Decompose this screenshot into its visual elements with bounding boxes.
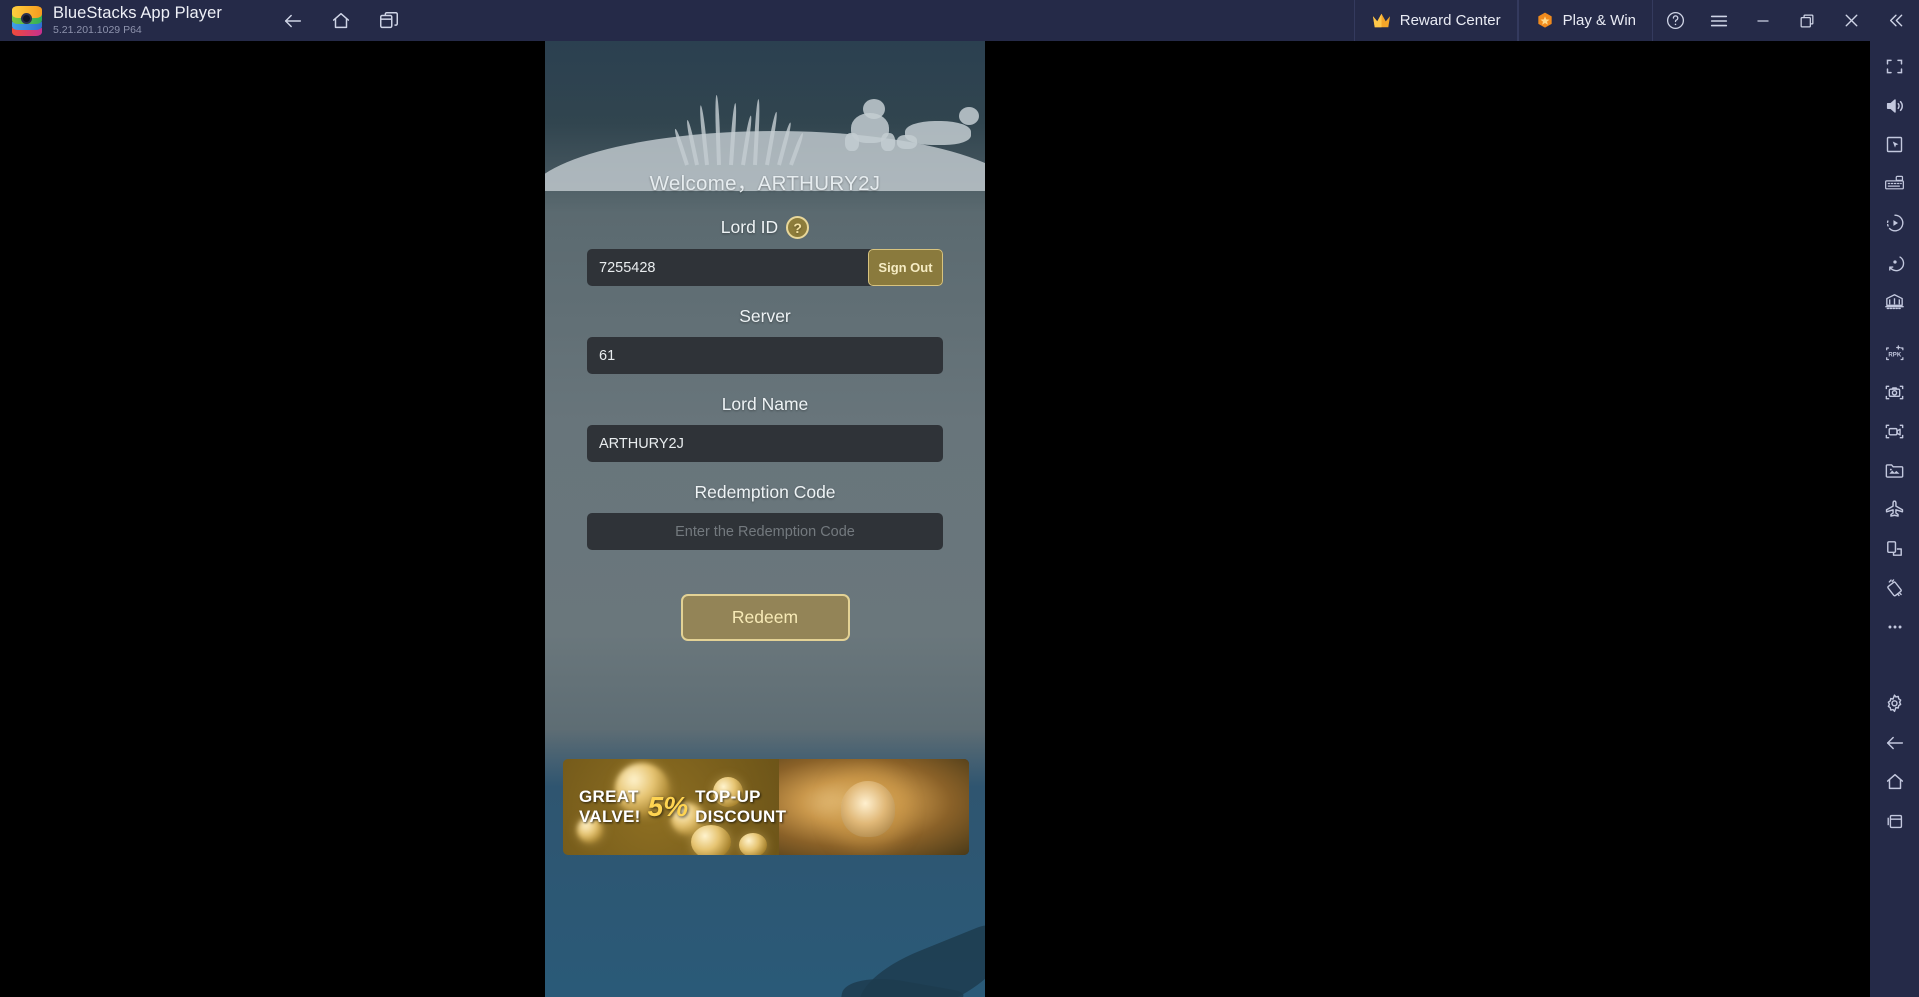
minimize-icon: [1757, 19, 1769, 22]
recents-icon: [1887, 814, 1902, 828]
lord-id-input-row: Sign Out: [587, 249, 943, 286]
sidebar-item-android-back[interactable]: [1870, 723, 1919, 762]
maximize-button[interactable]: [1785, 0, 1829, 41]
titlebar-home-button[interactable]: [322, 5, 360, 37]
video-camera-icon: [1885, 424, 1904, 439]
server-input[interactable]: [587, 337, 943, 374]
menu-button[interactable]: [1697, 0, 1741, 41]
titlebar-multi-instance-button[interactable]: [370, 5, 408, 37]
close-button[interactable]: [1829, 0, 1873, 41]
orange-star-badge-icon: [1537, 12, 1552, 28]
redemption-code-label: Redemption Code: [694, 482, 836, 502]
instance-manager-icon: [1885, 294, 1904, 310]
lion-face: [841, 781, 895, 837]
server-label: Server: [739, 306, 791, 326]
chevrons-left-icon: [1889, 14, 1902, 27]
keyboard-icon: [1885, 175, 1904, 190]
right-sidebar: RPK: [1870, 41, 1919, 997]
redeem-button[interactable]: Redeem: [680, 594, 850, 641]
reward-center-label: Reward Center: [1399, 12, 1501, 29]
sidebar-item-airplane-mode[interactable]: [1870, 490, 1919, 529]
sidebar-item-android-home[interactable]: [1870, 762, 1919, 801]
sidebar-item-screen-record[interactable]: [1870, 412, 1919, 451]
game-screen: Welcome，ARTHURY2J Lord ID ? Sign Out Ser…: [545, 41, 985, 997]
play-and-win-button[interactable]: Play & Win: [1517, 0, 1653, 41]
hamburger-menu-icon: [1710, 15, 1728, 26]
lord-id-label-row: Lord ID ?: [720, 216, 810, 239]
sidebar-item-android-recents[interactable]: [1870, 801, 1919, 840]
sidebar-item-multi-instance-manager[interactable]: [1870, 281, 1919, 320]
banner-line-2: VALVE!: [579, 807, 641, 826]
sidebar-item-settings[interactable]: [1870, 684, 1919, 723]
question-circle-icon: [1666, 11, 1684, 30]
reward-center-button[interactable]: Reward Center: [1353, 0, 1518, 41]
sidebar-item-more-options[interactable]: [1870, 607, 1919, 646]
window-controls: [1653, 0, 1919, 41]
collapse-sidebar-button[interactable]: [1873, 0, 1917, 41]
arrow-left-icon: [1886, 736, 1903, 749]
welcome-text: Welcome，ARTHURY2J: [649, 172, 881, 195]
banner-line-3: TOP-UP: [695, 787, 761, 806]
server-input-row: [587, 337, 943, 374]
restore-window-icon: [1800, 14, 1814, 27]
svg-text:RPK: RPK: [1888, 351, 1901, 358]
emulator-canvas: Welcome，ARTHURY2J Lord ID ? Sign Out Ser…: [0, 41, 1870, 997]
app-title: BlueStacks App Player: [53, 4, 223, 22]
sidebar-item-install-rpk[interactable]: RPK: [1870, 334, 1919, 373]
ellipsis-icon: [1887, 625, 1902, 628]
arrow-left-icon: [284, 14, 302, 27]
play-and-win-label: Play & Win: [1562, 12, 1636, 29]
close-icon: [1845, 14, 1857, 27]
cursor-pointer-icon: [1886, 136, 1903, 153]
media-folder-icon: [1885, 464, 1904, 478]
multi-window-icon: [1887, 541, 1902, 556]
play-circle-macro-icon: [1886, 214, 1903, 231]
sidebar-item-fullscreen[interactable]: [1870, 47, 1919, 86]
banner-percent: 5%: [647, 791, 689, 822]
bluestacks-logo-icon: [12, 5, 42, 36]
app-title-block: BlueStacks App Player 5.21.201.1029 P64: [53, 4, 222, 37]
lord-name-input-row: [587, 425, 943, 462]
sidebar-item-keyboard-controls[interactable]: [1870, 164, 1919, 203]
sign-out-button[interactable]: Sign Out: [868, 249, 943, 286]
home-icon: [1886, 773, 1903, 789]
banner-line-4: DISCOUNT: [695, 807, 787, 826]
redemption-code-input[interactable]: [587, 513, 943, 550]
fullscreen-icon: [1886, 59, 1903, 74]
redemption-panel: Welcome，ARTHURY2J Lord ID ? Sign Out Ser…: [563, 136, 967, 641]
gear-icon: [1887, 694, 1902, 713]
titlebar-back-button[interactable]: [274, 5, 312, 37]
airplane-icon: [1885, 500, 1904, 517]
camera-icon: [1885, 385, 1904, 400]
help-button[interactable]: [1653, 0, 1697, 41]
sidebar-item-multi-window[interactable]: [1870, 529, 1919, 568]
lord-id-label: Lord ID: [720, 217, 779, 237]
home-icon: [332, 12, 350, 28]
titlebar: BlueStacks App Player 5.21.201.1029 P64: [0, 0, 1919, 41]
crown-icon: [1372, 13, 1390, 28]
sidebar-item-screenshot[interactable]: [1870, 373, 1919, 412]
banner-text: GREAT VALVE! 5% TOP-UP DISCOUNT: [579, 787, 786, 827]
titlebar-nav-group: [274, 5, 408, 37]
banner-line-1: GREAT: [579, 787, 639, 806]
shake-device-icon: [1887, 579, 1902, 597]
sidebar-item-shake[interactable]: [1870, 568, 1919, 607]
lord-id-help-icon[interactable]: ?: [786, 216, 810, 239]
redemption-code-input-row: [587, 513, 943, 550]
rotate-orbit-icon: [1888, 255, 1904, 271]
sidebar-item-rotate[interactable]: [1870, 242, 1919, 281]
minimize-button[interactable]: [1741, 0, 1785, 41]
topup-discount-banner[interactable]: GREAT VALVE! 5% TOP-UP DISCOUNT: [563, 759, 969, 855]
speaker-volume-icon: [1886, 98, 1903, 113]
sidebar-item-volume[interactable]: [1870, 86, 1919, 125]
sidebar-item-cursor-control[interactable]: [1870, 125, 1919, 164]
multi-instance-icon: [380, 11, 399, 28]
sidebar-item-media-manager[interactable]: [1870, 451, 1919, 490]
app-version: 5.21.201.1029 P64: [53, 24, 142, 36]
lord-name-label: Lord Name: [721, 394, 809, 414]
lord-name-input[interactable]: [587, 425, 943, 462]
sidebar-item-macro-recorder[interactable]: [1870, 203, 1919, 242]
rpk-install-icon: RPK: [1885, 344, 1903, 360]
